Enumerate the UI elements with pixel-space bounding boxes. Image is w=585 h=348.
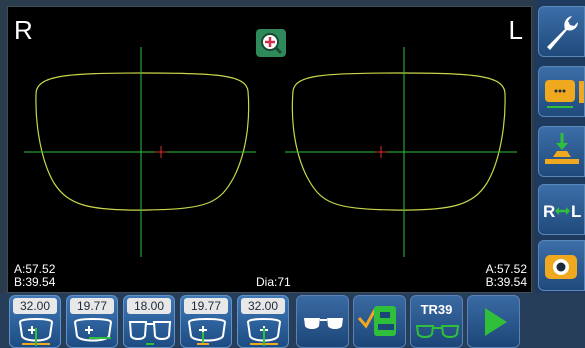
left-lens-measure: A:57.52 B:39.54 bbox=[486, 263, 527, 289]
start-button[interactable] bbox=[467, 295, 520, 348]
job-confirm-button[interactable] bbox=[353, 295, 406, 348]
tile-value: 32.00 bbox=[241, 298, 285, 314]
settings-button[interactable] bbox=[538, 6, 585, 57]
tile-value: 18.00 bbox=[127, 298, 171, 314]
frame-type-button[interactable] bbox=[538, 66, 585, 117]
right-lens-b: B:39.54 bbox=[14, 275, 56, 289]
tile-bridge[interactable]: 18.00 bbox=[123, 295, 175, 348]
tr39-frame-button[interactable]: TR39 bbox=[410, 295, 463, 348]
tile-height[interactable]: 19.77 bbox=[180, 295, 232, 348]
svg-text:L: L bbox=[571, 202, 581, 221]
tile-frame-pd-right[interactable]: 19.77 bbox=[66, 295, 118, 348]
mount-down-icon bbox=[545, 133, 579, 164]
left-side-label: L bbox=[508, 15, 523, 45]
bottom-toolbar: 32.00 19.77 18.00 19.77 32.00 TR39 bbox=[0, 293, 585, 348]
play-icon bbox=[485, 308, 507, 336]
frame-width-icon bbox=[18, 318, 54, 346]
glasses-icon bbox=[304, 318, 343, 329]
right-lens-measure: A:57.52 B:39.54 bbox=[14, 263, 55, 289]
right-lens-outline bbox=[35, 72, 250, 211]
camera-icon bbox=[545, 255, 577, 279]
tile-frame-width-left[interactable]: 32.00 bbox=[237, 295, 289, 348]
right-left-switch-button[interactable]: R L bbox=[538, 184, 585, 235]
frame-edge-icon bbox=[545, 80, 584, 108]
bridge-icon bbox=[128, 321, 172, 345]
frame-pd-icon bbox=[73, 318, 113, 342]
frame-outline-icon bbox=[415, 325, 460, 338]
job-check-icon bbox=[357, 306, 396, 336]
zoom-in-icon bbox=[261, 33, 283, 55]
svg-text:R: R bbox=[543, 202, 555, 221]
left-lens-b: B:39.54 bbox=[485, 275, 527, 289]
glasses-view-button[interactable] bbox=[296, 295, 349, 348]
wrench-icon bbox=[547, 16, 578, 50]
tile-value: 19.77 bbox=[70, 298, 114, 314]
height-icon bbox=[187, 318, 227, 345]
right-side-label: R bbox=[14, 15, 33, 45]
diameter-readout: Dia:71 bbox=[256, 275, 291, 289]
tile-frame-width-right[interactable]: 32.00 bbox=[9, 295, 61, 348]
tracing-canvas: R L A:57.52 B:39.54 Dia:71 A:57.52 B:39.… bbox=[7, 6, 532, 293]
lens-holder-button[interactable] bbox=[538, 126, 585, 177]
swap-rl-icon: R L bbox=[543, 202, 581, 221]
frame-width-icon bbox=[246, 318, 282, 346]
left-lens-outline bbox=[291, 72, 506, 211]
zoom-button[interactable] bbox=[256, 29, 286, 57]
tile-value: 19.77 bbox=[184, 298, 228, 314]
tile-value: 32.00 bbox=[13, 298, 57, 314]
camera-button[interactable] bbox=[538, 240, 585, 291]
